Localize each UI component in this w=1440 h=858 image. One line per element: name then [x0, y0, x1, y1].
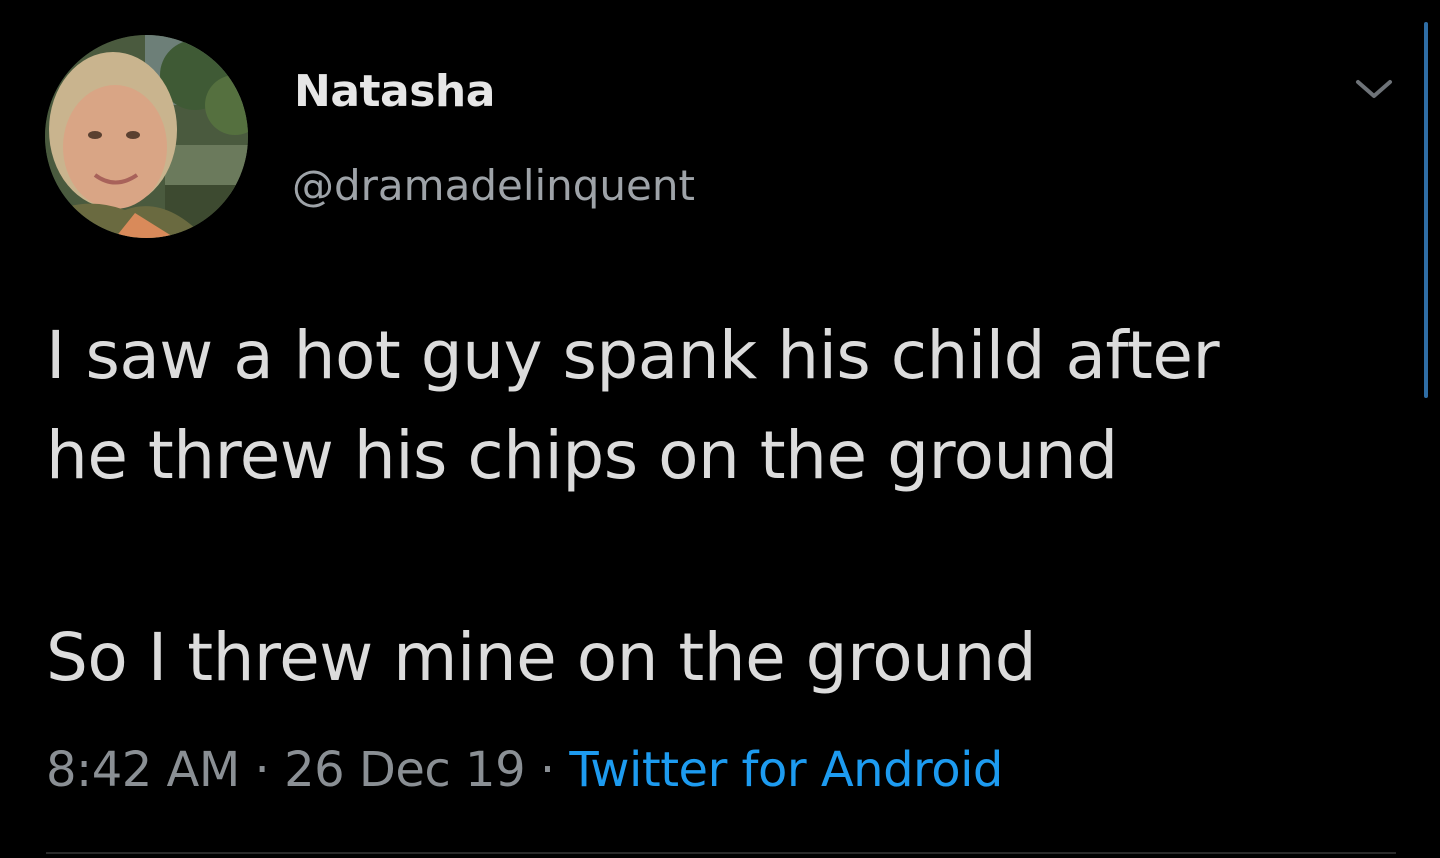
scrollbar[interactable]: [1424, 22, 1428, 398]
avatar-photo-icon: [45, 35, 248, 238]
tweet-time[interactable]: 8:42 AM: [46, 742, 240, 798]
meta-separator: ·: [239, 742, 285, 798]
tweet-text-line: So I threw mine on the ground: [46, 619, 1037, 696]
chevron-down-icon[interactable]: [1352, 76, 1396, 104]
tweet-text-line: I saw a hot guy spank his child after: [46, 317, 1220, 394]
avatar[interactable]: [45, 35, 248, 238]
meta-separator: ·: [525, 742, 570, 798]
tweet-text-line: he threw his chips on the ground: [46, 417, 1118, 494]
tweet-text: I saw a hot guy spank his child after he…: [46, 306, 1406, 708]
tweet-date[interactable]: 26 Dec 19: [284, 742, 526, 798]
tweet-meta: 8:42 AM · 26 Dec 19 · Twitter for Androi…: [46, 738, 1003, 802]
display-name[interactable]: Natasha: [294, 64, 495, 120]
tweet-card: Natasha @dramadelinquent I saw a hot guy…: [0, 0, 1440, 858]
tweet-source-link[interactable]: Twitter for Android: [569, 742, 1003, 798]
user-handle[interactable]: @dramadelinquent: [292, 158, 695, 214]
divider: [46, 852, 1396, 854]
